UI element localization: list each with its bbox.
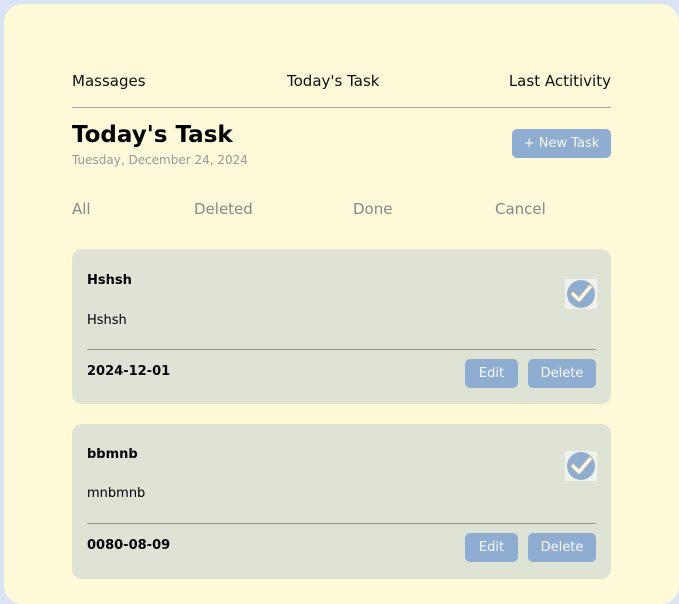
check-circle-icon <box>567 452 595 480</box>
check-circle-icon <box>567 280 595 308</box>
nav-last-activity-link[interactable]: Last Actitivity <box>509 72 611 90</box>
task-title: Hshsh <box>87 273 132 288</box>
task-card: Hshsh Hshsh 2024-12-01 Edit Delete <box>72 249 611 404</box>
edit-button[interactable]: Edit <box>465 533 518 562</box>
filter-all-tab[interactable]: All <box>72 200 91 218</box>
filter-tabs: All Deleted Done Cancel <box>72 200 611 222</box>
filter-cancel-tab[interactable]: Cancel <box>495 200 546 218</box>
task-date: 2024-12-01 <box>87 364 171 379</box>
nav-todays-task-link[interactable]: Today's Task <box>287 72 379 90</box>
delete-button[interactable]: Delete <box>528 359 596 388</box>
task-divider <box>87 523 596 524</box>
top-nav: Massages Today's Task Last Actitivity <box>72 72 611 94</box>
edit-button[interactable]: Edit <box>465 359 518 388</box>
delete-button[interactable]: Delete <box>528 533 596 562</box>
page-title: Today's Task <box>72 122 233 148</box>
filter-done-tab[interactable]: Done <box>353 200 392 218</box>
task-divider <box>87 349 596 350</box>
nav-divider <box>72 107 611 108</box>
task-title: bbmnb <box>87 447 138 462</box>
task-done-checkbox[interactable] <box>565 279 597 309</box>
task-card: bbmnb mnbmnb 0080-08-09 Edit Delete <box>72 424 611 579</box>
nav-messages-link[interactable]: Massages <box>72 72 146 90</box>
filter-deleted-tab[interactable]: Deleted <box>194 200 253 218</box>
task-description: Hshsh <box>87 313 127 328</box>
task-description: mnbmnb <box>87 486 146 501</box>
page-date: Tuesday, December 24, 2024 <box>72 153 248 167</box>
task-date: 0080-08-09 <box>87 538 171 553</box>
new-task-button[interactable]: + New Task <box>512 129 611 158</box>
task-done-checkbox[interactable] <box>565 451 597 481</box>
